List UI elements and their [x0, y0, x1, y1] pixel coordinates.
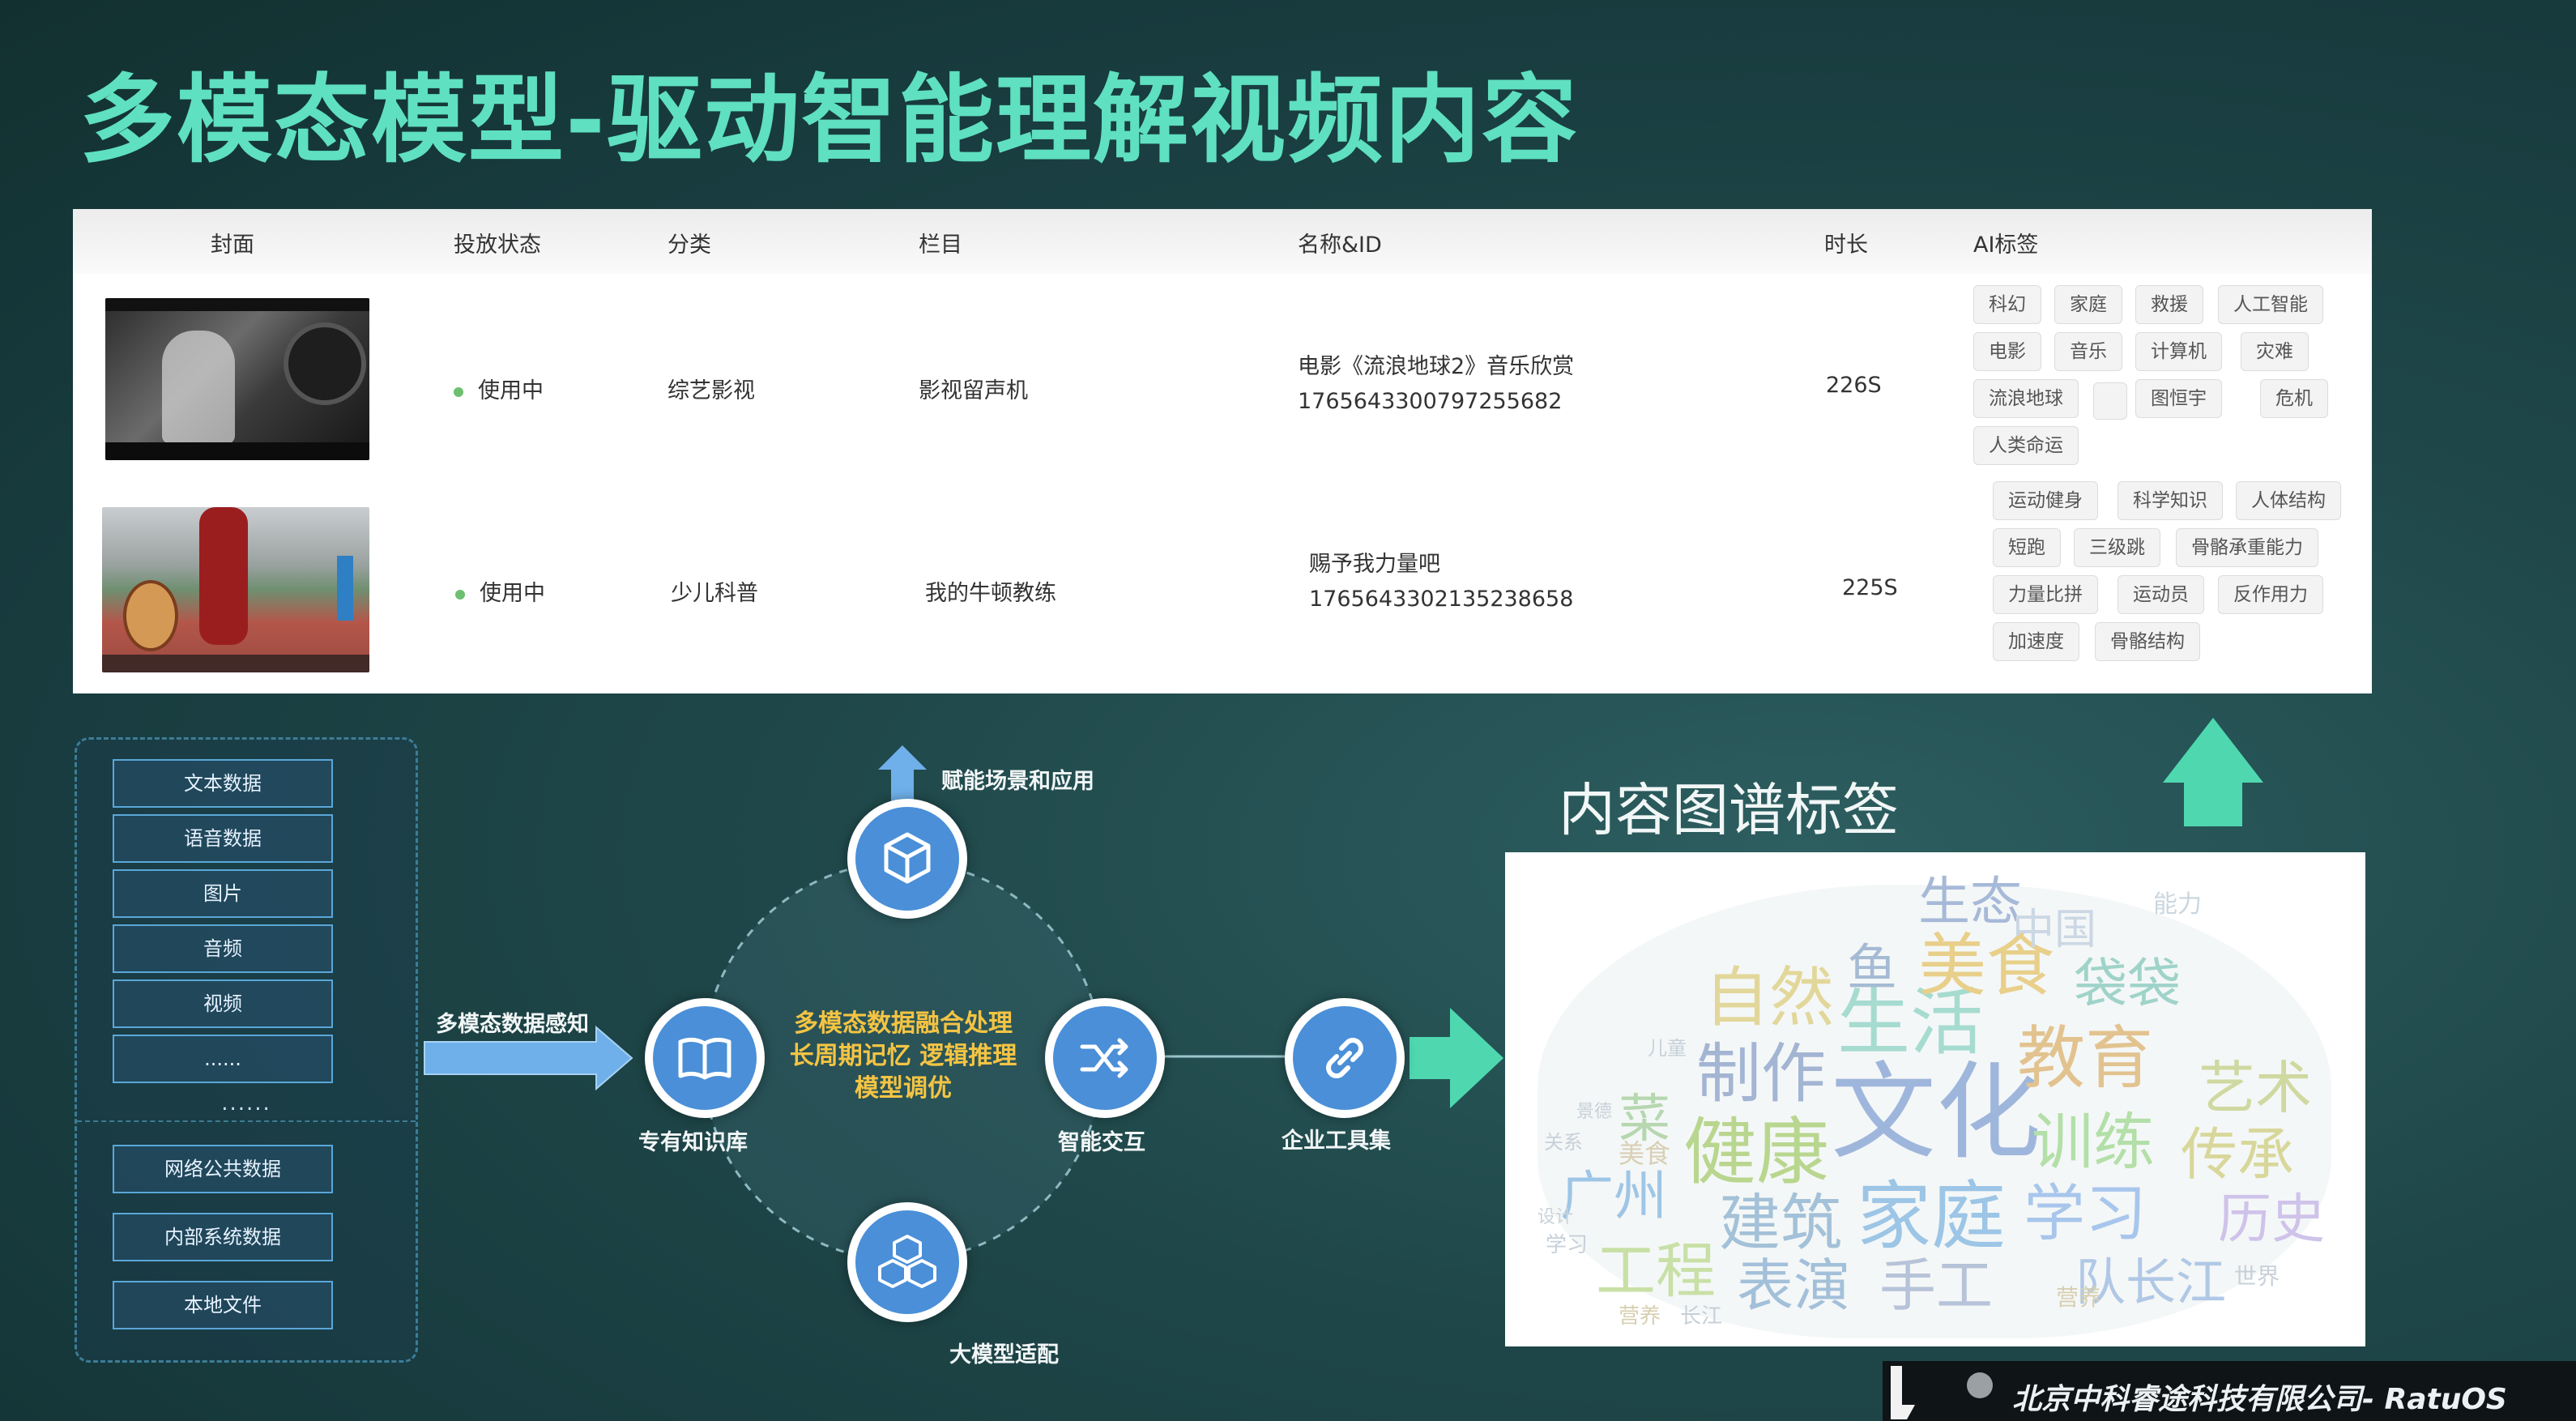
cloud-word: 营养: [1619, 1304, 1661, 1329]
cloud-word: 广州: [1560, 1165, 1667, 1227]
cloud-word: 中国: [2012, 906, 2097, 954]
cloud-word: 训练: [2032, 1106, 2155, 1178]
cloud-word: 学习: [1546, 1233, 1589, 1257]
center-line: 模型调优: [855, 1074, 952, 1103]
cloud-word: 教育: [2017, 1018, 2154, 1098]
cube-icon: [884, 832, 931, 884]
knowledge-base-node[interactable]: [645, 998, 765, 1118]
cloud-word: 艺术: [2199, 1055, 2312, 1121]
cloud-word: 儿童: [1648, 1037, 1687, 1060]
cloud-word: 自然: [1704, 960, 1834, 1035]
cloud-word: 美食: [1619, 1138, 1671, 1169]
cloud-word: 景德: [1576, 1102, 1613, 1122]
cloud-word: 长江: [1680, 1304, 1723, 1329]
cloud-word: 关系: [1544, 1131, 1583, 1154]
word-cloud: 文化 生活 健康 家庭 教育 美食 学习 建筑 训练 制作 自然 传承 艺术 工…: [1505, 852, 2365, 1346]
shuffle-icon: [1080, 1038, 1128, 1078]
book-icon: [678, 1037, 731, 1080]
model-adapt-label: 大模型适配: [949, 1342, 1059, 1368]
input-label: 多模态数据感知: [436, 1012, 589, 1037]
tools-node[interactable]: [1285, 998, 1405, 1118]
footer-bar: 北京中科睿途科技有限公司- RatuOS: [1883, 1361, 2576, 1421]
cloud-word: 历史: [2218, 1188, 2325, 1250]
link-icon: [1326, 1038, 1363, 1078]
cloud-word: 文化: [1831, 1051, 2042, 1174]
cloud-word: 传承: [2181, 1121, 2294, 1188]
cloud-word: 世界: [2234, 1263, 2280, 1290]
cloud-word: 手工: [1879, 1252, 1993, 1319]
knowledge-base-label: 专有知识库: [638, 1130, 748, 1155]
logo-icon: [1891, 1366, 1993, 1419]
cube-node[interactable]: [847, 799, 967, 919]
cloud-word: 鱼: [1847, 938, 1898, 997]
cloud-word: 健康: [1683, 1110, 1829, 1195]
cloud-word: 工程: [1596, 1236, 1716, 1306]
cloud-word: 袋袋: [2074, 953, 2181, 1015]
top-label: 赋能场景和应用: [941, 769, 1094, 794]
interaction-node[interactable]: [1045, 998, 1165, 1118]
tools-label: 企业工具集: [1282, 1129, 1391, 1154]
cloud-word: 建筑: [1719, 1187, 1842, 1259]
interaction-label: 智能交互: [1058, 1130, 1145, 1155]
cloud-word: 表演: [1737, 1252, 1850, 1319]
kg-title: 内容图谱标签: [1559, 777, 1899, 843]
blocks-node[interactable]: [847, 1202, 967, 1322]
cloud-word: 设计: [1537, 1207, 1574, 1227]
company-name: 北京中科睿途科技有限公司- RatuOS: [2012, 1383, 2507, 1416]
center-line: 长周期记忆 逻辑推理: [789, 1042, 1017, 1070]
cloud-word: 营养: [2056, 1284, 2102, 1311]
center-text: 多模态数据融合处理 长周期记忆 逻辑推理 模型调优: [778, 1008, 1029, 1105]
center-line: 多模态数据融合处理: [794, 1009, 1013, 1038]
blocks-icon: [878, 1235, 936, 1288]
cloud-word: 能力: [2153, 890, 2202, 919]
cloud-word: 制作: [1696, 1036, 1826, 1112]
cloud-word: 家庭: [1857, 1173, 2007, 1260]
cloud-word: 学习: [2024, 1177, 2147, 1249]
cloud-word: 生态: [1918, 873, 2022, 932]
